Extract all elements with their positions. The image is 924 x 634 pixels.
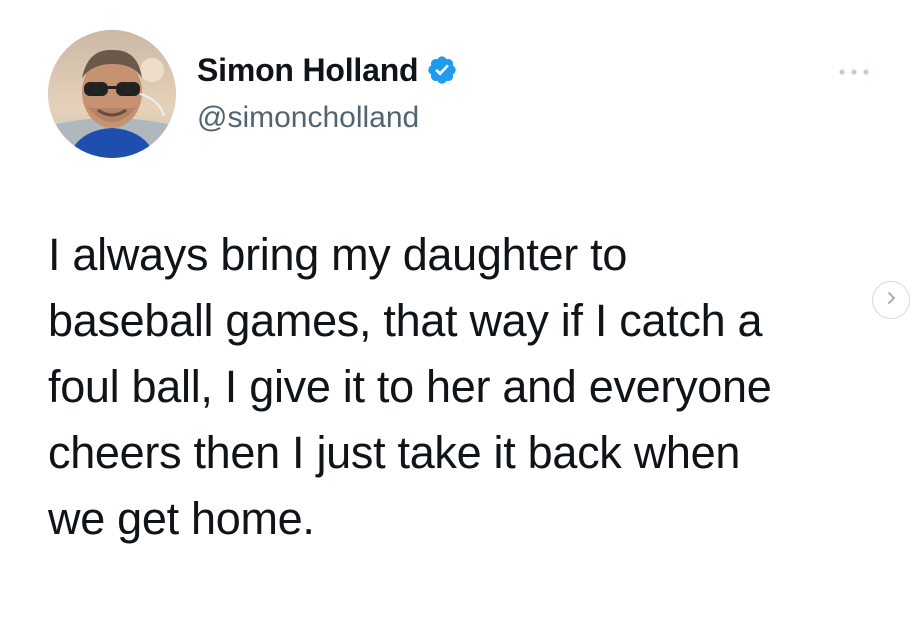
chevron-right-icon (883, 290, 899, 311)
avatar[interactable] (48, 30, 176, 158)
next-slide-button[interactable] (872, 281, 910, 319)
more-options-icon[interactable] (836, 64, 872, 80)
tweet-text: I always bring my daughter to baseball g… (48, 229, 772, 544)
author-handle[interactable]: @simoncholland (197, 99, 419, 137)
author-name-row: Simon Holland (197, 50, 458, 90)
author-display-name[interactable]: Simon Holland (197, 50, 419, 90)
verified-badge-icon (426, 54, 458, 86)
